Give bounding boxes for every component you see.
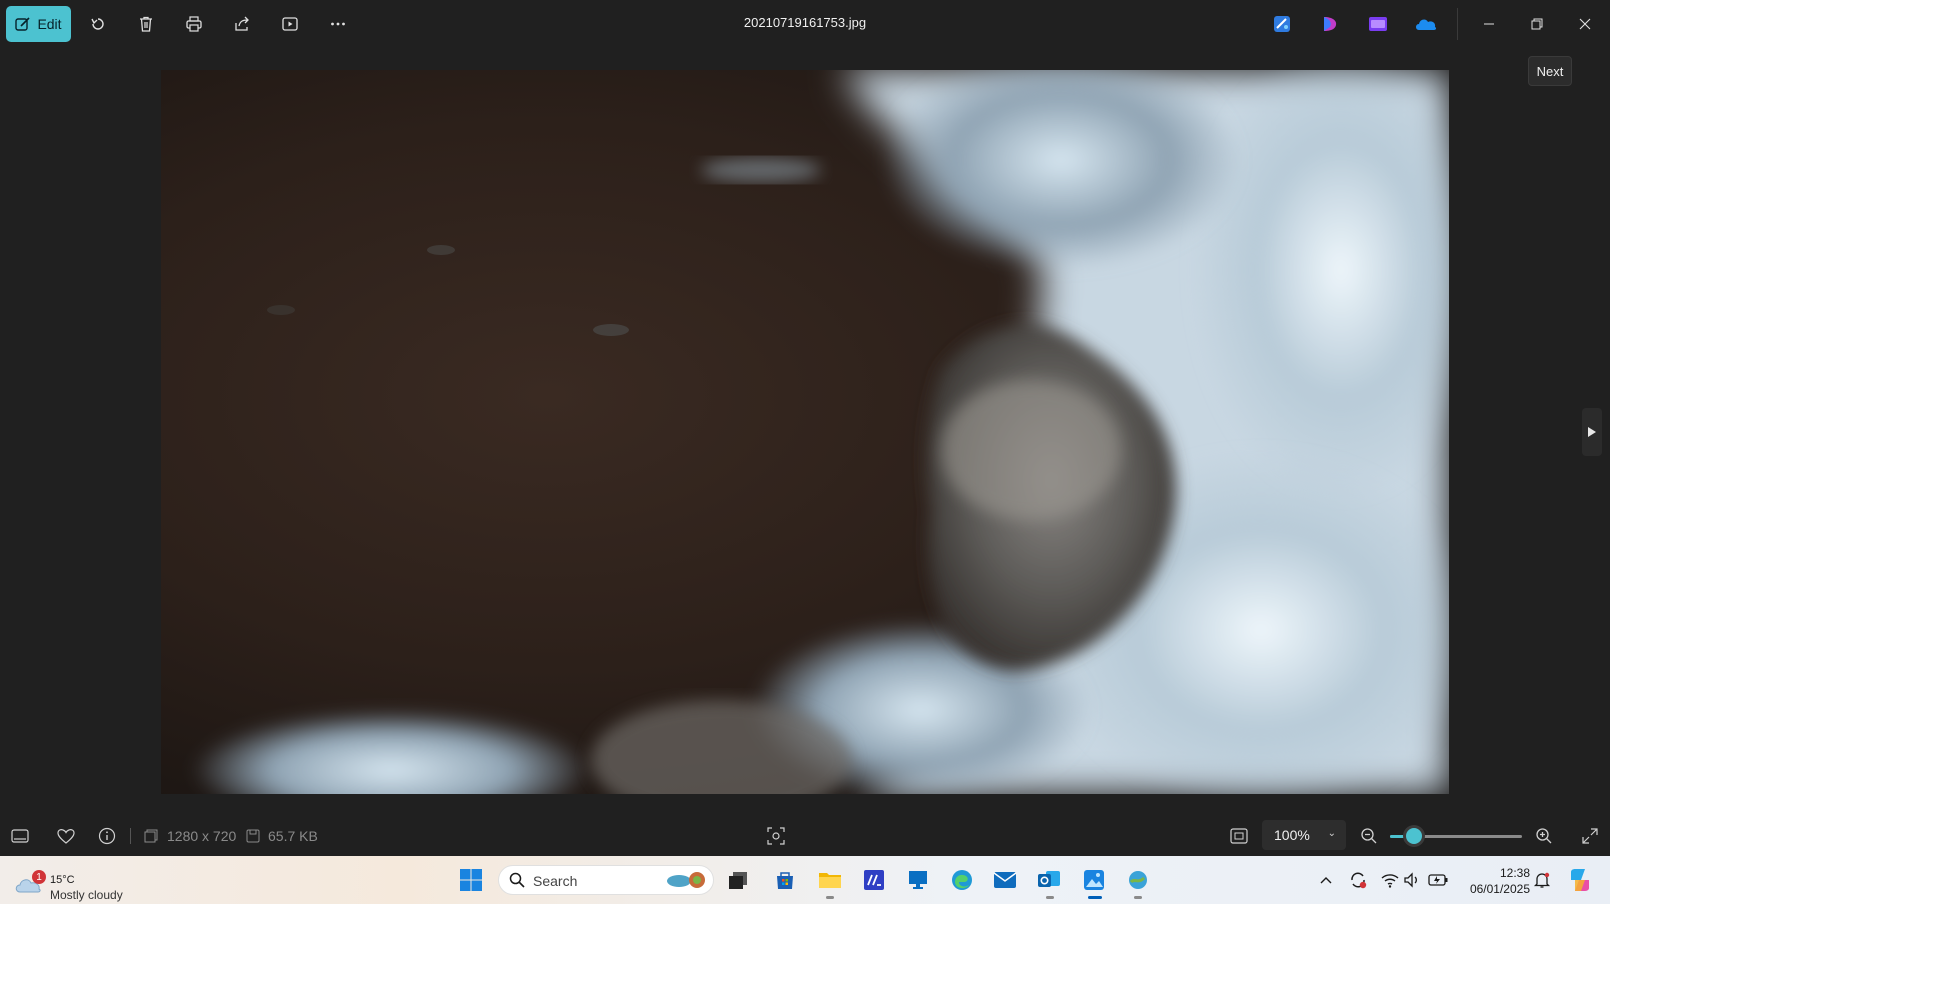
toolbar-divider — [1457, 8, 1458, 40]
photo-viewer-image[interactable] — [161, 70, 1449, 794]
mail-icon[interactable] — [991, 866, 1019, 894]
sync-icon[interactable] — [1348, 870, 1368, 890]
running-indicator — [826, 896, 834, 899]
photo-content — [161, 70, 1449, 794]
dimensions-icon — [141, 826, 161, 846]
file-size: 65.7 KB — [268, 828, 318, 844]
minimize-icon[interactable] — [1466, 8, 1512, 40]
running-indicator — [1046, 896, 1054, 899]
rotate-icon[interactable] — [82, 8, 114, 40]
file-name-title: 20210719161753.jpg — [743, 15, 867, 30]
chevron-down-icon: ⌄ — [1327, 828, 1336, 839]
close-icon[interactable] — [1562, 8, 1608, 40]
share-icon[interactable] — [226, 8, 258, 40]
file-explorer-icon[interactable] — [816, 866, 844, 894]
zoom-out-icon[interactable] — [1359, 826, 1379, 846]
notification-badge: 1 — [32, 870, 46, 884]
slideshow-icon[interactable] — [274, 8, 306, 40]
powershell-app-icon[interactable] — [860, 866, 888, 894]
active-app-indicator — [1088, 896, 1102, 899]
weather-temperature: 15°C — [50, 874, 75, 886]
wifi-icon[interactable] — [1380, 870, 1400, 890]
fullscreen-icon[interactable] — [1580, 826, 1600, 846]
start-icon[interactable] — [457, 866, 485, 894]
chevron-up-icon[interactable] — [1316, 870, 1336, 890]
running-indicator — [1134, 896, 1142, 899]
top-toolbar: Edit 20210719161753.jpg — [0, 0, 1610, 48]
clipchamp-icon[interactable] — [1318, 12, 1342, 36]
onedrive-icon[interactable] — [1414, 12, 1438, 36]
print-icon[interactable] — [178, 8, 210, 40]
next-arrow-icon — [1588, 427, 1596, 437]
task-view-icon[interactable] — [724, 866, 752, 894]
restore-icon[interactable] — [1514, 8, 1560, 40]
weather-widget[interactable]: 1 15°C Mostly cloudy — [14, 864, 144, 902]
copilot-icon[interactable] — [1566, 866, 1594, 894]
search-placeholder: Search — [533, 873, 578, 889]
battery-icon[interactable] — [1428, 870, 1448, 890]
notification-bell-icon[interactable] — [1532, 870, 1552, 890]
photos-icon[interactable] — [1080, 866, 1108, 894]
next-tooltip: Next — [1528, 56, 1572, 86]
store-icon[interactable] — [771, 866, 799, 894]
video-editor-icon[interactable] — [1366, 12, 1390, 36]
clock-date: 06/01/2025 — [1469, 882, 1530, 896]
zoom-value: 100% — [1274, 827, 1310, 843]
remote-desktop-icon[interactable] — [904, 866, 932, 894]
next-image-button[interactable] — [1582, 408, 1602, 456]
edit-icon — [15, 17, 31, 31]
weather-app-icon[interactable] — [1124, 866, 1152, 894]
outlook-icon[interactable] — [1035, 866, 1063, 894]
zoom-in-icon[interactable] — [1534, 826, 1554, 846]
designer-icon[interactable] — [1270, 12, 1294, 36]
file-size-icon — [243, 826, 263, 846]
filmstrip-icon[interactable] — [10, 826, 30, 846]
volume-icon[interactable] — [1402, 870, 1422, 890]
favorite-icon[interactable] — [56, 826, 76, 846]
photos-app-window: Edit 20210719161753.jpg Next 1280 x 720 … — [0, 0, 1610, 856]
delete-icon[interactable] — [130, 8, 162, 40]
image-dimensions: 1280 x 720 — [167, 828, 237, 844]
edge-icon[interactable] — [948, 866, 976, 894]
zoom-level-dropdown[interactable]: 100% ⌄ — [1262, 820, 1346, 850]
status-divider — [130, 828, 131, 844]
fit-to-window-icon[interactable] — [1229, 826, 1249, 846]
info-icon[interactable] — [97, 826, 117, 846]
windows-taskbar: 1 15°C Mostly cloudy Search 12:38 06/01/… — [0, 856, 1610, 904]
status-bar: 1280 x 720 65.7 KB 100% ⌄ — [0, 816, 1610, 856]
taskbar-search-input[interactable]: Search — [498, 865, 714, 895]
clock-time: 12:38 — [1499, 866, 1530, 880]
edit-button[interactable]: Edit — [6, 6, 71, 42]
weather-description: Mostly cloudy — [50, 888, 123, 902]
system-clock[interactable]: 12:38 06/01/2025 — [1462, 865, 1530, 897]
zoom-slider-thumb[interactable] — [1406, 828, 1422, 844]
search-icon — [509, 872, 525, 888]
more-options-icon[interactable] — [322, 8, 354, 40]
visual-search-icon[interactable] — [766, 826, 786, 846]
search-highlight-icon — [667, 872, 705, 888]
edit-label: Edit — [37, 16, 62, 32]
